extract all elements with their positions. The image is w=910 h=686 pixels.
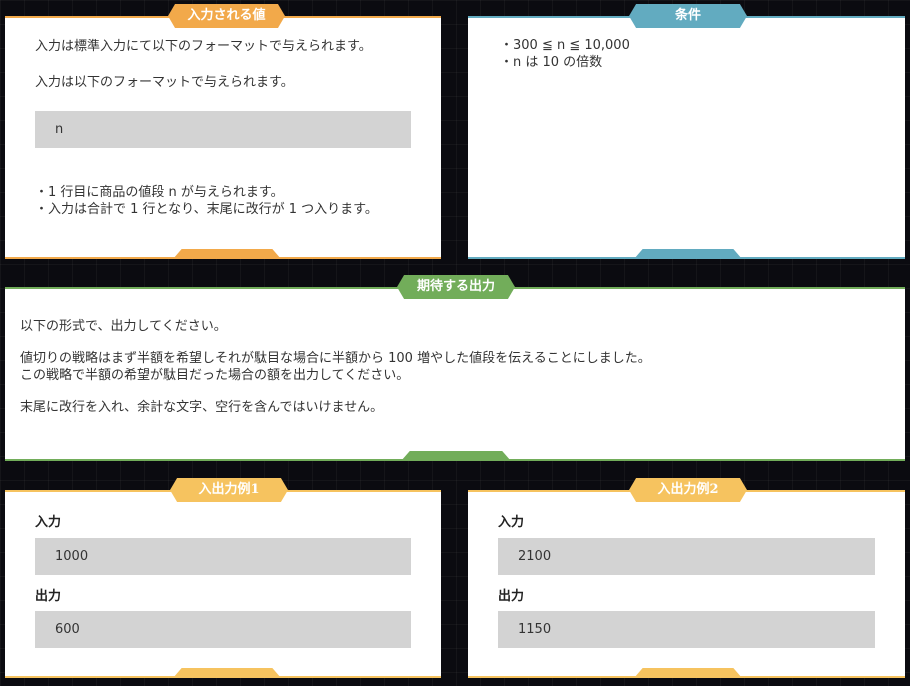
- example2-output-box: 1150: [498, 611, 875, 648]
- expected-output-panel: 期待する出力 以下の形式で、出力してください。 値切りの戦略はまず半額を希望しそ…: [5, 275, 905, 461]
- input-format-panel: 入力される値 入力は標準入力にて以下のフォーマットで与えられます。 入力は以下の…: [5, 4, 441, 259]
- input-format-line2: 入力は以下のフォーマットで与えられます。: [35, 75, 294, 90]
- panel-bottom-border: [5, 459, 905, 461]
- example2-output-label: 出力: [498, 589, 525, 604]
- input-format-code-text: n: [55, 122, 64, 137]
- constraints-title: 条件: [629, 4, 747, 28]
- example1-output-box: 600: [35, 611, 411, 648]
- constraints-bullet1: ・300 ≦ n ≦ 10,000: [500, 38, 630, 53]
- expected-output-line4: 末尾に改行を入れ、余計な文字、空行を含んではいけません。: [20, 400, 384, 415]
- expected-output-title: 期待する出力: [397, 275, 515, 299]
- input-format-bullet2: ・入力は合計で 1 行となり、末尾に改行が 1 つ入ります。: [35, 202, 378, 217]
- example1-input-value: 1000: [55, 549, 89, 564]
- constraints-panel: 条件 ・300 ≦ n ≦ 10,000 ・n は 10 の倍数: [468, 4, 905, 259]
- panel-bottom-border: [5, 676, 441, 678]
- panel-bottom-border: [5, 257, 441, 259]
- example2-input-box: 2100: [498, 538, 875, 575]
- panel-bottom-border: [468, 676, 905, 678]
- example1-output-value: 600: [55, 622, 80, 637]
- expected-output-line2: 値切りの戦略はまず半額を希望しそれが駄目な場合に半額から 100 増やした値段を…: [20, 351, 651, 366]
- example1-title: 入出力例1: [170, 478, 288, 502]
- input-format-bullet1: ・1 行目に商品の値段 n が与えられます。: [35, 185, 284, 200]
- panel-bottom-border: [468, 257, 905, 259]
- example2-output-value: 1150: [518, 622, 552, 637]
- expected-output-line3: この戦略で半額の希望が駄目だった場合の額を出力してください。: [20, 368, 410, 383]
- example1-output-label: 出力: [35, 589, 62, 604]
- expected-output-line1: 以下の形式で、出力してください。: [20, 319, 227, 334]
- constraints-bullet2: ・n は 10 の倍数: [500, 55, 603, 70]
- input-format-line1: 入力は標準入力にて以下のフォーマットで与えられます。: [35, 39, 372, 54]
- example2-input-label: 入力: [498, 515, 525, 530]
- example1-panel: 入出力例1 入力 1000 出力 600: [5, 478, 441, 678]
- example2-title: 入出力例2: [629, 478, 747, 502]
- example1-input-label: 入力: [35, 515, 62, 530]
- input-format-title: 入力される値: [168, 4, 285, 28]
- example2-input-value: 2100: [518, 549, 552, 564]
- input-format-code: n: [35, 111, 411, 148]
- example1-input-box: 1000: [35, 538, 411, 575]
- example2-panel: 入出力例2 入力 2100 出力 1150: [468, 478, 905, 678]
